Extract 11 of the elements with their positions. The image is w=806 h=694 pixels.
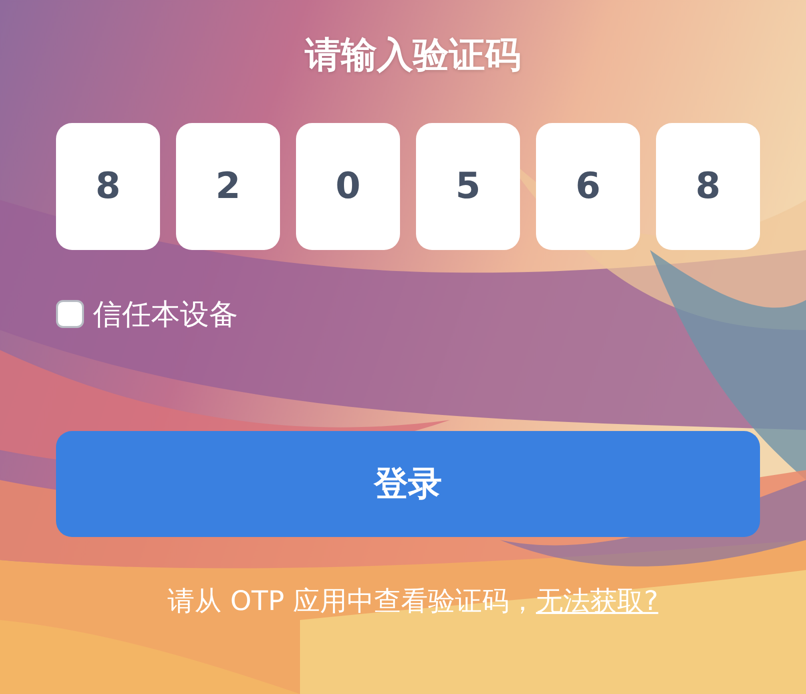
code-digit-field[interactable]: 0 <box>296 123 400 250</box>
code-digit-field[interactable]: 6 <box>536 123 640 250</box>
code-digit-field[interactable]: 8 <box>656 123 760 250</box>
code-digit-field[interactable]: 5 <box>416 123 520 250</box>
trust-checkbox[interactable] <box>56 300 84 328</box>
page-title: 请输入验证码 <box>305 34 521 78</box>
trust-label: 信任本设备 <box>93 296 238 333</box>
code-digit-field[interactable]: 2 <box>176 123 280 250</box>
code-digit-field[interactable]: 8 <box>56 123 160 250</box>
login-button[interactable]: 登录 <box>56 431 760 537</box>
hint-text: 请从 OTP 应用中查看验证码， <box>168 586 536 617</box>
